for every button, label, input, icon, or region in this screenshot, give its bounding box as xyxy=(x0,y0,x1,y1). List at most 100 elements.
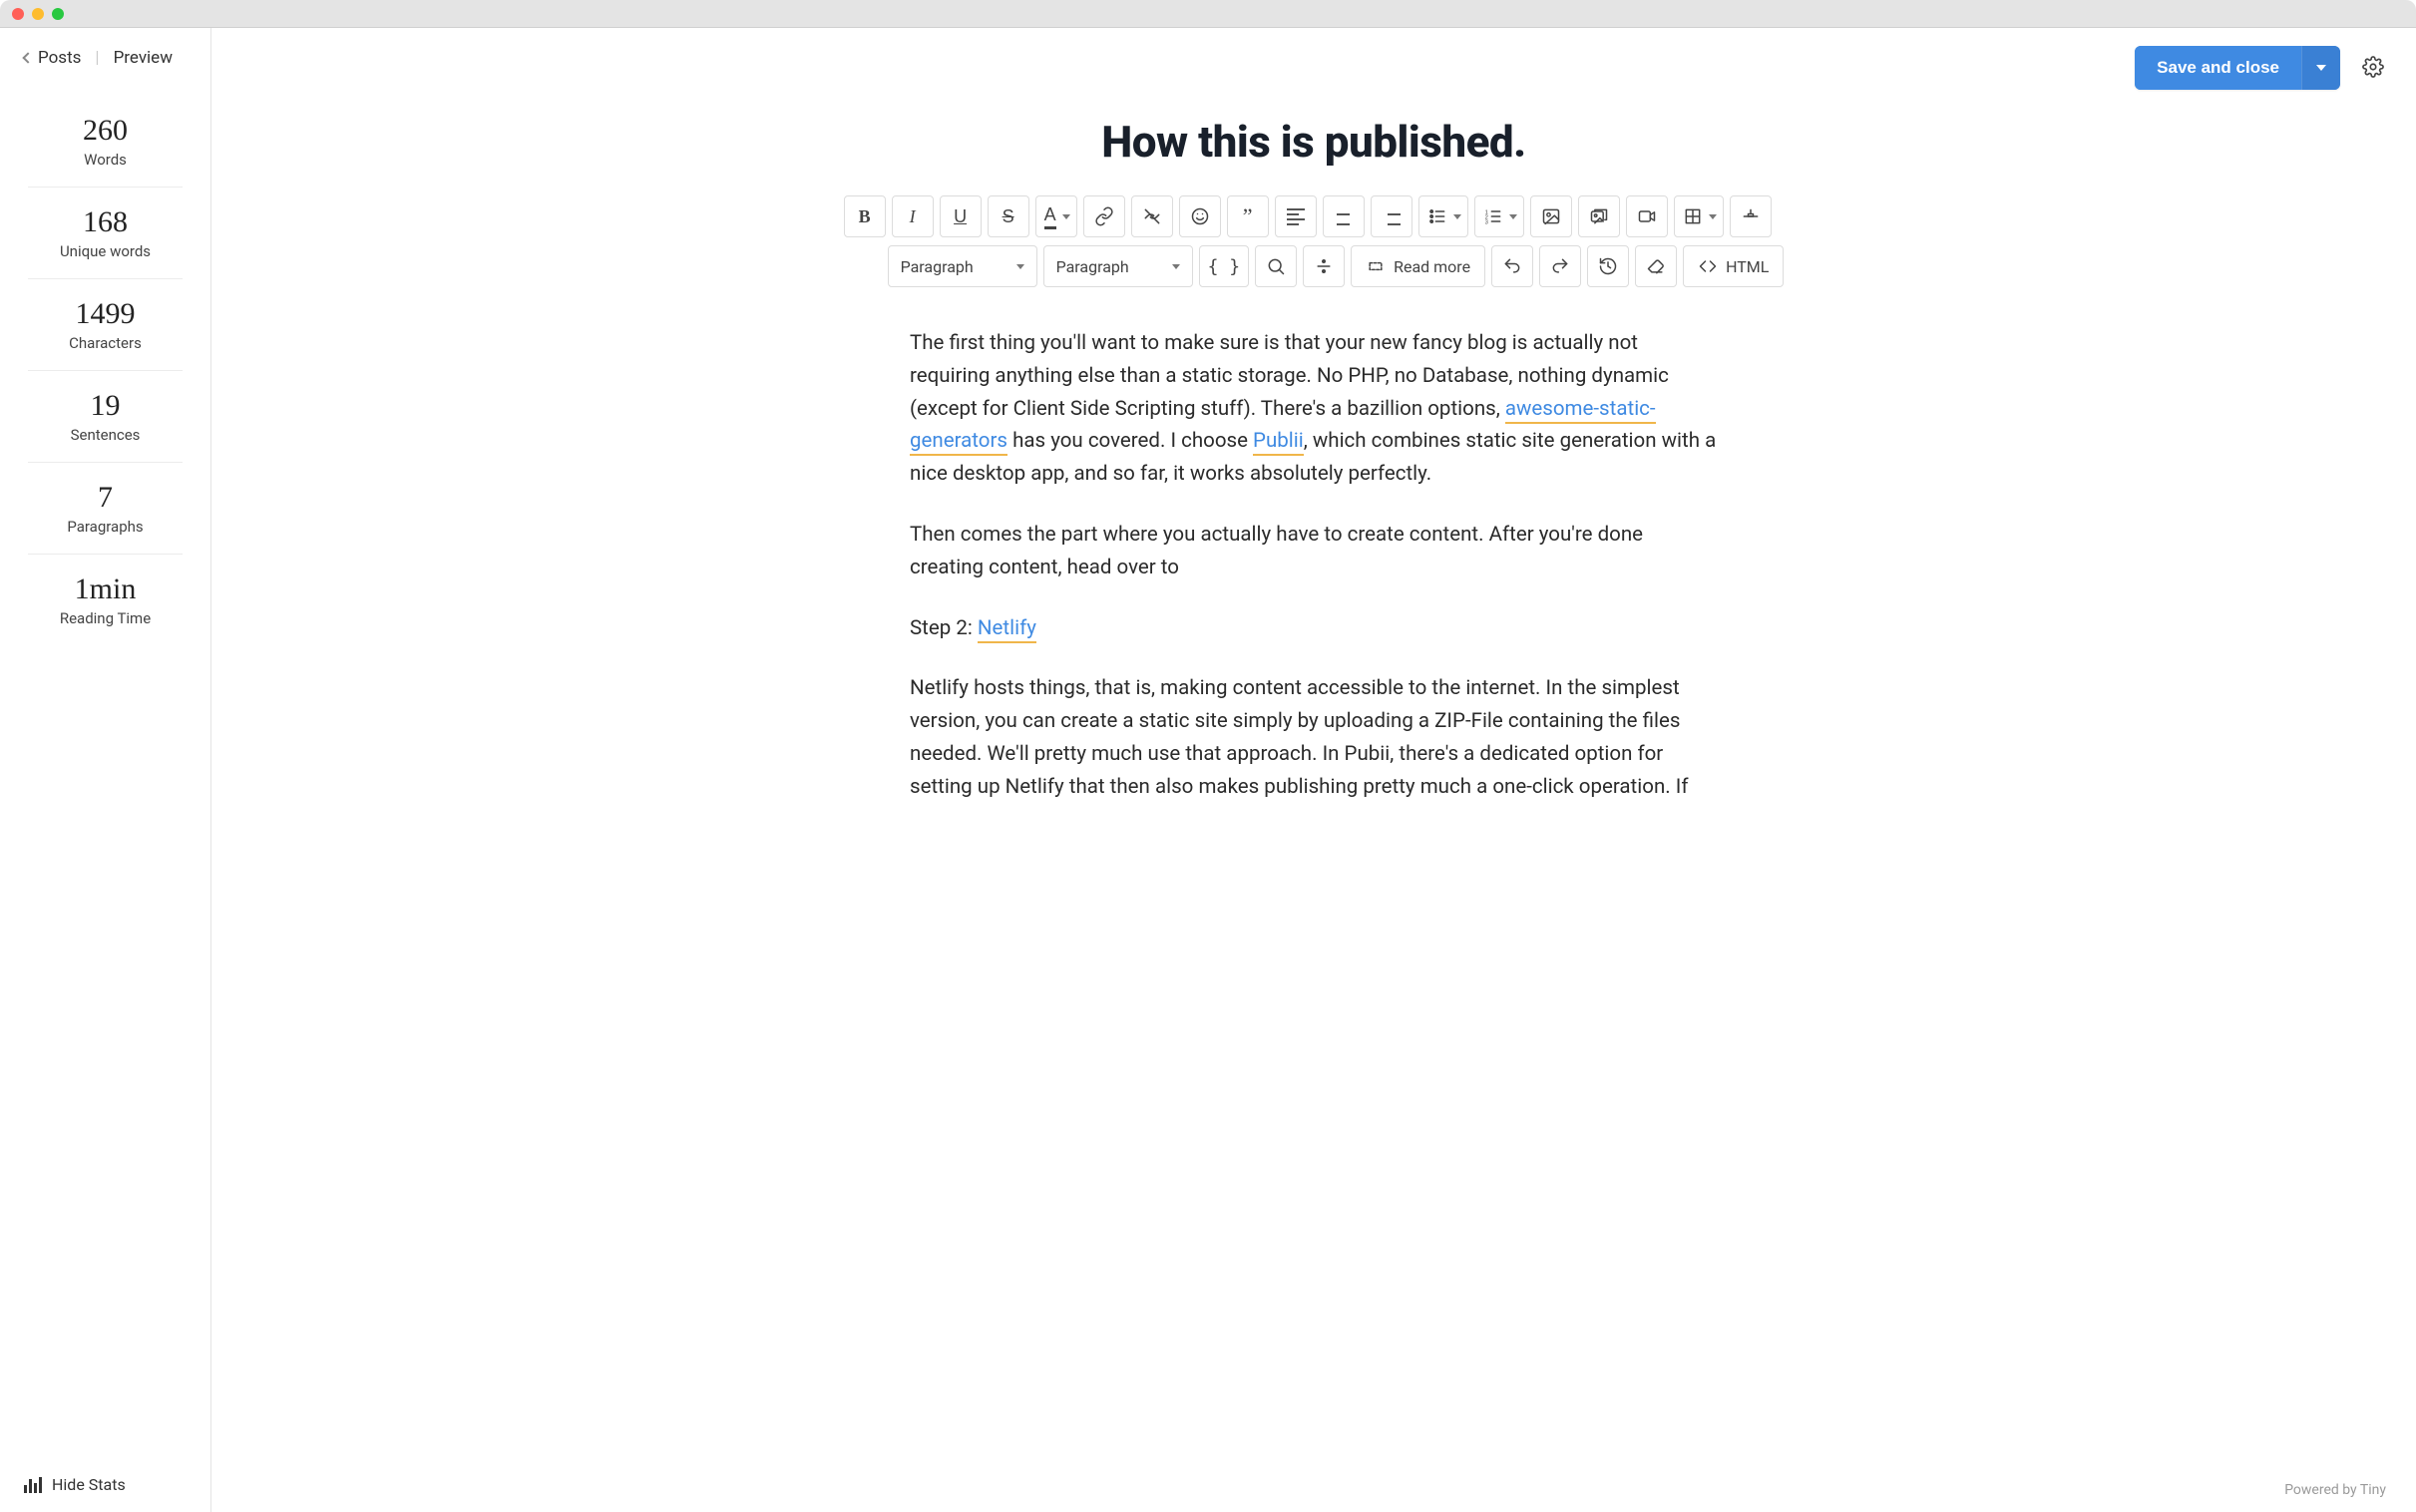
link-button[interactable] xyxy=(1083,195,1125,237)
html-source-button[interactable]: HTML xyxy=(1683,245,1784,287)
chevron-down-icon xyxy=(1172,264,1180,269)
number-list-button[interactable]: 123 xyxy=(1474,195,1524,237)
stat-words-value: 260 xyxy=(28,114,183,147)
bar-chart-icon xyxy=(24,1477,42,1493)
stat-paragraphs-label: Paragraphs xyxy=(28,518,183,536)
code-icon xyxy=(1698,256,1718,276)
stat-characters: 1499 Characters xyxy=(28,279,183,371)
window-minimize-icon[interactable] xyxy=(32,8,44,20)
block-format-select-1[interactable]: Paragraph xyxy=(888,245,1037,287)
table-button[interactable] xyxy=(1674,195,1724,237)
content-link-netlify[interactable]: Netlify xyxy=(978,616,1036,643)
hide-stats-label: Hide Stats xyxy=(52,1475,126,1494)
bullet-list-button[interactable] xyxy=(1418,195,1468,237)
powered-by-label: Powered by Tiny xyxy=(2284,1482,2386,1498)
save-dropdown-button[interactable] xyxy=(2301,46,2340,90)
list-bullet-icon xyxy=(1427,206,1447,226)
emoji-button[interactable] xyxy=(1179,195,1221,237)
stat-paragraphs: 7 Paragraphs xyxy=(28,463,183,555)
block-format-select-2[interactable]: Paragraph xyxy=(1043,245,1193,287)
chevron-down-icon xyxy=(1509,214,1517,219)
list-number-icon: 123 xyxy=(1483,206,1503,226)
align-right-button[interactable] xyxy=(1371,195,1412,237)
toc-icon xyxy=(1741,206,1761,226)
main-area: Save and close How this is published. B … xyxy=(211,28,2416,1512)
bold-button[interactable]: B xyxy=(844,195,886,237)
eraser-icon xyxy=(1646,256,1666,276)
back-to-posts-link[interactable]: Posts xyxy=(24,48,81,68)
divide-icon xyxy=(1314,256,1334,276)
strikethrough-button[interactable]: S xyxy=(988,195,1029,237)
align-left-button[interactable] xyxy=(1275,195,1317,237)
stat-sentences: 19 Sentences xyxy=(28,371,183,463)
chevron-down-icon xyxy=(1016,264,1024,269)
redo-button[interactable] xyxy=(1539,245,1581,287)
undo-button[interactable] xyxy=(1491,245,1533,287)
table-icon xyxy=(1683,206,1703,226)
chevron-left-icon xyxy=(22,52,33,63)
format1-label: Paragraph xyxy=(901,257,974,276)
stat-unique-value: 168 xyxy=(28,205,183,238)
readmore-icon xyxy=(1366,256,1386,276)
stat-reading-time: 1min Reading Time xyxy=(28,555,183,645)
image-button[interactable] xyxy=(1530,195,1572,237)
align-center-button[interactable] xyxy=(1323,195,1365,237)
code-block-button[interactable]: { } xyxy=(1199,245,1250,287)
content-paragraph[interactable]: Netlify hosts things, that is, making co… xyxy=(910,672,1718,803)
nav-divider: | xyxy=(95,48,99,68)
stat-chars-value: 1499 xyxy=(28,297,183,330)
hr-button[interactable] xyxy=(1303,245,1345,287)
stat-chars-label: Characters xyxy=(28,334,183,352)
revision-history-button[interactable] xyxy=(1587,245,1629,287)
underline-button[interactable]: U xyxy=(940,195,982,237)
editor-content[interactable]: The first thing you'll want to make sure… xyxy=(910,327,1718,892)
window-titlebar xyxy=(0,0,2416,28)
hide-stats-button[interactable]: Hide Stats xyxy=(0,1457,210,1512)
link-icon xyxy=(1094,206,1114,226)
blockquote-button[interactable]: ” xyxy=(1227,195,1269,237)
read-more-button[interactable]: Read more xyxy=(1351,245,1485,287)
format2-label: Paragraph xyxy=(1056,257,1129,276)
window-close-icon[interactable] xyxy=(12,8,24,20)
content-paragraph[interactable]: The first thing you'll want to make sure… xyxy=(910,327,1718,491)
window-maximize-icon[interactable] xyxy=(52,8,64,20)
stat-sentences-label: Sentences xyxy=(28,426,183,444)
chevron-down-icon xyxy=(1062,214,1070,219)
stat-words: 260 Words xyxy=(28,96,183,188)
stat-unique-label: Unique words xyxy=(28,242,183,260)
stat-reading-label: Reading Time xyxy=(28,609,183,627)
history-icon xyxy=(1598,256,1618,276)
caret-down-icon xyxy=(2316,65,2326,71)
video-icon xyxy=(1637,206,1657,226)
smile-icon xyxy=(1190,206,1210,226)
gallery-icon xyxy=(1589,206,1609,226)
align-left-icon xyxy=(1287,208,1305,225)
video-button[interactable] xyxy=(1626,195,1668,237)
settings-button[interactable] xyxy=(2358,52,2388,85)
unlink-button[interactable] xyxy=(1131,195,1173,237)
posts-label: Posts xyxy=(38,48,81,68)
stat-words-label: Words xyxy=(28,151,183,169)
clear-format-button[interactable] xyxy=(1635,245,1677,287)
content-link-publii[interactable]: Publii xyxy=(1253,429,1304,456)
save-and-close-button[interactable]: Save and close xyxy=(2135,46,2301,90)
unlink-icon xyxy=(1142,206,1162,226)
search-button[interactable] xyxy=(1255,245,1297,287)
toc-button[interactable] xyxy=(1730,195,1772,237)
gallery-button[interactable] xyxy=(1578,195,1620,237)
stats-panel: 260 Words 168 Unique words 1499 Characte… xyxy=(0,96,210,645)
search-icon xyxy=(1266,256,1286,276)
post-title[interactable]: How this is published. xyxy=(1101,116,1525,168)
text-color-button[interactable]: A xyxy=(1035,195,1077,237)
svg-text:3: 3 xyxy=(1484,220,1487,226)
stat-sentences-value: 19 xyxy=(28,389,183,422)
chevron-down-icon xyxy=(1453,214,1461,219)
content-paragraph[interactable]: Step 2: Netlify xyxy=(910,612,1718,645)
italic-button[interactable]: I xyxy=(892,195,934,237)
gear-icon xyxy=(2362,56,2384,78)
content-paragraph[interactable]: Then comes the part where you actually h… xyxy=(910,519,1718,584)
preview-link[interactable]: Preview xyxy=(114,48,173,68)
image-icon xyxy=(1541,206,1561,226)
preview-label: Preview xyxy=(114,48,173,68)
align-center-icon xyxy=(1335,208,1353,225)
